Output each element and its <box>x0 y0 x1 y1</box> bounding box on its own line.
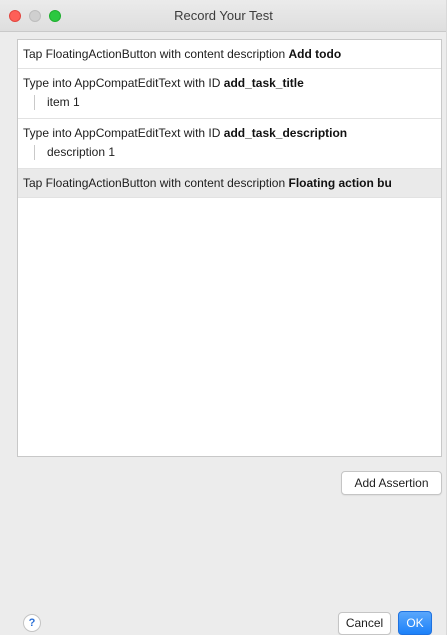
recorded-steps-list[interactable]: Tap FloatingActionButton with content de… <box>17 39 442 457</box>
step-row[interactable]: Tap FloatingActionButton with content de… <box>18 40 441 69</box>
record-test-window: Record Your Test Tap FloatingActionButto… <box>0 0 447 635</box>
help-icon[interactable]: ? <box>23 614 41 632</box>
step-target: Add todo <box>288 47 342 61</box>
step-target: add_task_title <box>223 76 304 90</box>
step-text: Tap FloatingActionButton with content de… <box>23 176 289 190</box>
step-target: Floating action bu <box>288 176 392 190</box>
step-row[interactable]: Type into AppCompatEditText with ID add_… <box>18 119 441 169</box>
step-row-selected[interactable]: Tap FloatingActionButton with content de… <box>18 169 441 198</box>
step-text: Tap FloatingActionButton with content de… <box>23 47 289 61</box>
ok-button[interactable]: OK <box>398 611 432 635</box>
cancel-button[interactable]: Cancel <box>338 612 391 635</box>
step-input-detail: description 1 <box>34 145 435 160</box>
step-target: add_task_description <box>223 126 348 140</box>
step-input-detail: item 1 <box>34 95 435 110</box>
title-bar: Record Your Test <box>0 0 446 32</box>
step-text: Type into AppCompatEditText with ID <box>23 76 224 90</box>
add-assertion-button[interactable]: Add Assertion <box>341 471 442 495</box>
window-title: Record Your Test <box>174 8 273 23</box>
step-text: Type into AppCompatEditText with ID <box>23 126 224 140</box>
step-row[interactable]: Type into AppCompatEditText with ID add_… <box>18 69 441 119</box>
